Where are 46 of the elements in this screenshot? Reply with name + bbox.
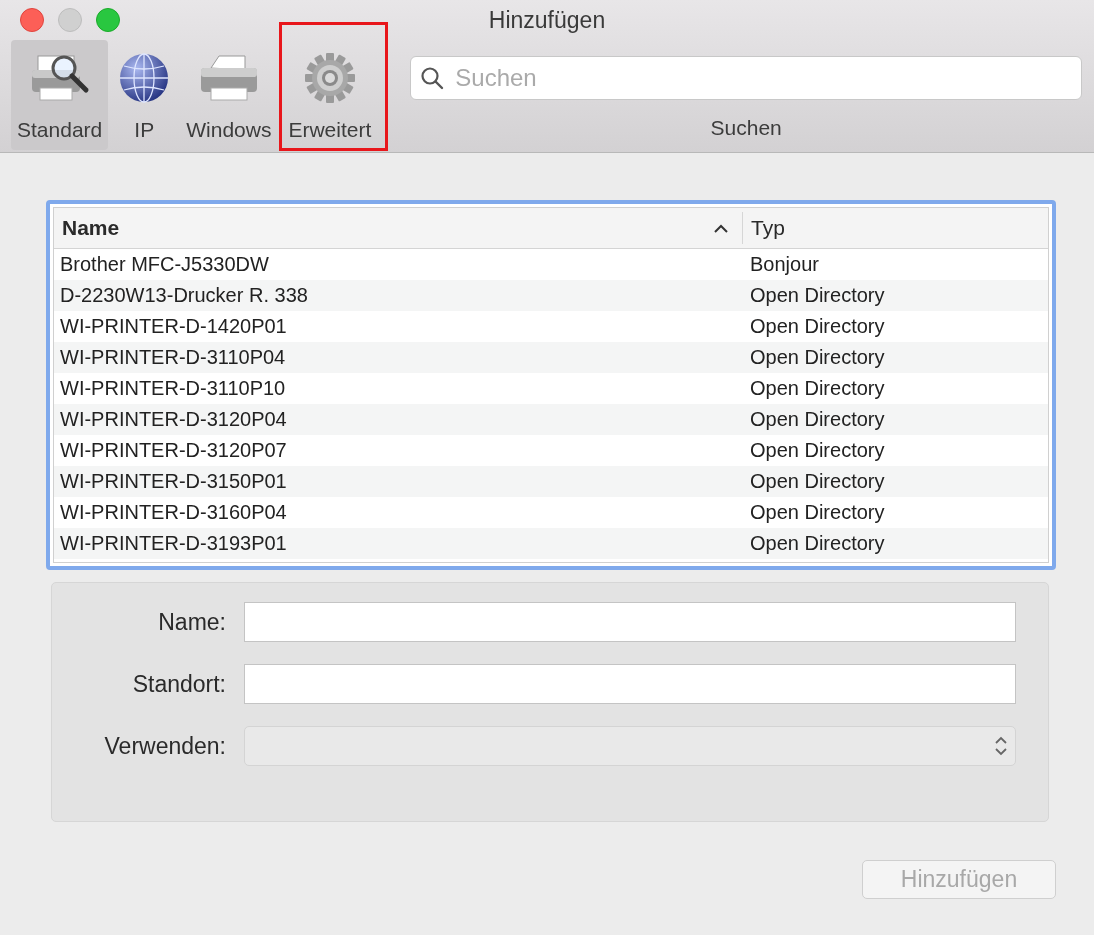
- field-label: Standort:: [131, 670, 227, 698]
- printer-icon: [198, 52, 259, 104]
- toolbar-tab[interactable]: Windows: [180, 40, 278, 150]
- field-label: Name:: [157, 608, 227, 636]
- table-cell-text: WI-PRINTER-D-1420P01: [59, 315, 288, 338]
- table-cell-text: WI-PRINTER-D-3120P04: [59, 408, 288, 431]
- table-cell: Open Directory: [750, 346, 885, 369]
- table-cell-text: WI-PRINTER-D-3193P01: [59, 532, 288, 555]
- table-cell-text: WI-PRINTER-D-3160P04: [59, 501, 288, 524]
- table-cell-text: Brother MFC-J5330DW: [59, 253, 270, 276]
- toolbar-tab[interactable]: Standard: [11, 40, 109, 150]
- table-cell: Open Directory: [750, 470, 885, 493]
- table-cell-text: D-2230W13-Drucker R. 338: [59, 284, 309, 307]
- input-field[interactable]: [244, 602, 1016, 642]
- column-header[interactable]: Typ: [743, 208, 1048, 248]
- table-row[interactable]: D-2230W13-Drucker R. 338 Open Directory: [54, 280, 1048, 311]
- close-button[interactable]: [20, 8, 44, 32]
- table-cell: Open Directory: [750, 532, 885, 555]
- table-row[interactable]: WI-PRINTER-D-3193P01 Open Directory: [54, 528, 1048, 559]
- toolbar-tab[interactable]: IP: [108, 40, 181, 150]
- table-row[interactable]: WI-PRINTER-D-3120P04 Open Directory: [54, 404, 1048, 435]
- column-header[interactable]: Name: [54, 212, 743, 244]
- minimize-button[interactable]: [58, 8, 82, 32]
- table-cell: Open Directory: [750, 315, 885, 338]
- search-field[interactable]: Suchen: [410, 56, 1082, 100]
- window-title: Hinzufügen: [488, 6, 606, 34]
- table-row[interactable]: WI-PRINTER-D-3110P04 Open Directory: [54, 342, 1048, 373]
- table-cell-text: WI-PRINTER-D-3110P10: [59, 377, 287, 400]
- table-cell: Open Directory: [750, 377, 885, 400]
- zoom-button[interactable]: [96, 8, 120, 32]
- toolbar-tab[interactable]: Erweitert: [282, 40, 378, 144]
- table-cell: Open Directory: [750, 284, 885, 307]
- table-cell-text: WI-PRINTER-D-3120P07: [59, 439, 288, 462]
- table-cell-text: WI-PRINTER-D-3110P04: [59, 346, 287, 369]
- field-label: Verwenden:: [103, 732, 227, 760]
- table-cell: Bonjour: [750, 253, 819, 276]
- table-cell: Open Directory: [750, 501, 885, 524]
- search-label: Suchen: [710, 116, 782, 140]
- table-cell: Open Directory: [750, 439, 885, 462]
- table-cell-text: WI-PRINTER-D-3150P01: [59, 470, 288, 493]
- input-field[interactable]: [244, 664, 1016, 704]
- table-cell: Open Directory: [750, 408, 885, 431]
- table-row[interactable]: WI-PRINTER-D-3150P01 Open Directory: [54, 466, 1048, 497]
- updown-arrows-icon: [995, 735, 1007, 757]
- printer-magnifier-icon: [29, 52, 90, 104]
- search-icon: [420, 66, 445, 90]
